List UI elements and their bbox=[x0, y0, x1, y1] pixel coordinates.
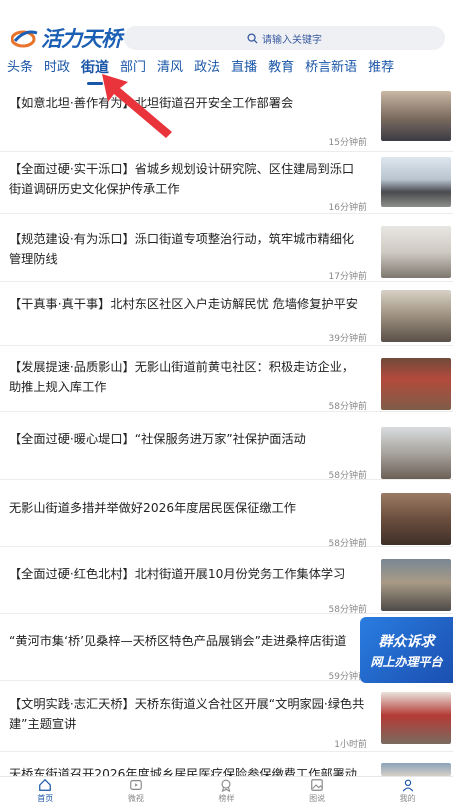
news-title: 【全面过硬·暖心堤口】“社保服务进万家”社保护面活动 bbox=[9, 432, 306, 446]
category-tabs: 头条 时政 街道 部门 清风 政法 直播 教育 桥言新语 推荐 bbox=[0, 57, 453, 87]
image-icon bbox=[311, 779, 323, 791]
news-title: 【干真事·真干事】北村东区社区入户走访解民忧 危墙修复护平安 bbox=[9, 297, 358, 311]
news-item[interactable]: 【全面过硬·暖心堤口】“社保服务进万家”社保护面活动 58分钟前 bbox=[0, 412, 453, 481]
app-header: 活力天桥 请输入关键字 bbox=[0, 0, 453, 56]
tab-streets[interactable]: 街道 bbox=[81, 57, 109, 85]
tab-live[interactable]: 直播 bbox=[231, 57, 257, 79]
news-thumbnail bbox=[381, 290, 451, 342]
news-thumbnail bbox=[381, 763, 451, 776]
nav-label: 图说 bbox=[309, 794, 326, 803]
tab-integrity[interactable]: 清风 bbox=[157, 57, 183, 79]
tab-politics[interactable]: 时政 bbox=[44, 57, 70, 79]
news-thumbnail bbox=[381, 91, 451, 141]
nav-models[interactable]: 榜样 bbox=[181, 777, 272, 804]
news-item[interactable]: 【如意北坦·善作有为】北坦街道召开安全工作部署会 15分钟前 bbox=[0, 88, 453, 152]
nav-label: 榜样 bbox=[218, 794, 235, 803]
user-icon bbox=[402, 779, 413, 792]
tab-new-words[interactable]: 桥言新语 bbox=[305, 57, 357, 79]
news-item[interactable]: 【发展提速·品质影山】无影山街道前黄屯社区：积极走访企业，助推上规入库工作 58… bbox=[0, 346, 453, 412]
news-thumbnail bbox=[381, 157, 451, 207]
news-item[interactable]: 天桥东街道召开2026年度城乡居民医疗保险参保缴费工作部署动 bbox=[0, 752, 453, 781]
tab-headlines[interactable]: 头条 bbox=[7, 57, 33, 79]
news-time: 1小时前 bbox=[334, 740, 367, 750]
news-thumbnail bbox=[381, 692, 451, 744]
banner-line2: 网上办理平台 bbox=[370, 655, 443, 669]
news-item[interactable]: 【文明实践·志汇天桥】天桥东街道义合社区开展“文明家园·绿色共建”主题宣讲 1小… bbox=[0, 681, 453, 752]
news-thumbnail bbox=[381, 493, 451, 545]
news-title: 【全面过硬·实干泺口】省城乡规划设计研究院、区住建局到泺口街道调研历史文化保护传… bbox=[9, 162, 355, 196]
tab-law[interactable]: 政法 bbox=[194, 57, 220, 79]
news-title: 【发展提速·品质影山】无影山街道前黄屯社区：积极走访企业，助推上规入库工作 bbox=[9, 360, 355, 394]
search-icon bbox=[247, 32, 258, 44]
nav-video[interactable]: 微视 bbox=[91, 777, 182, 804]
nav-label: 首页 bbox=[37, 794, 54, 803]
nav-label: 微视 bbox=[127, 794, 144, 803]
news-time: 15分钟前 bbox=[328, 138, 367, 148]
news-thumbnail bbox=[381, 427, 451, 479]
news-time: 58分钟前 bbox=[328, 402, 367, 412]
app-logo: 活力天桥 bbox=[11, 24, 122, 52]
complaint-platform-banner[interactable]: 群众诉求 网上办理平台 bbox=[360, 617, 453, 683]
tab-departments[interactable]: 部门 bbox=[120, 57, 146, 79]
tab-recommended[interactable]: 推荐 bbox=[368, 57, 394, 79]
banner-line1: 群众诉求 bbox=[378, 634, 435, 650]
news-title: 无影山街道多措并举做好2026年度居民医保征缴工作 bbox=[9, 501, 296, 515]
news-title: 【全面过硬·红色北村】北村街道开展10月份党务工作集体学习 bbox=[9, 567, 346, 581]
news-item[interactable]: 【规范建设·有为泺口】泺口街道专项整治行动，筑牢城市精细化管理防线 17分钟前 bbox=[0, 214, 453, 282]
news-title: 【文明实践·志汇天桥】天桥东街道义合社区开展“文明家园·绿色共建”主题宣讲 bbox=[9, 697, 365, 731]
news-time: 16分钟前 bbox=[328, 203, 367, 213]
search-placeholder: 请输入关键字 bbox=[262, 34, 322, 46]
news-item[interactable]: 【干真事·真干事】北村东区社区入户走访解民忧 危墙修复护平安 39分钟前 bbox=[0, 282, 453, 346]
nav-pictures[interactable]: 图说 bbox=[272, 777, 363, 804]
news-thumbnail bbox=[381, 226, 451, 278]
news-item[interactable]: 【全面过硬·实干泺口】省城乡规划设计研究院、区住建局到泺口街道调研历史文化保护传… bbox=[0, 152, 453, 214]
tab-education[interactable]: 教育 bbox=[268, 57, 294, 79]
video-icon bbox=[130, 780, 142, 790]
news-thumbnail bbox=[381, 358, 451, 410]
nav-label: 我的 bbox=[399, 794, 416, 803]
home-icon bbox=[39, 778, 52, 791]
logo-text: 活力天桥 bbox=[41, 27, 122, 51]
search-input[interactable]: 请输入关键字 bbox=[124, 26, 445, 50]
news-title: 【如意北坦·善作有为】北坦街道召开安全工作部署会 bbox=[9, 96, 294, 110]
nav-profile[interactable]: 我的 bbox=[362, 777, 453, 804]
news-time: 17分钟前 bbox=[328, 272, 367, 282]
bottom-nav: 首页 微视 榜样 图说 我的 bbox=[0, 776, 453, 804]
news-time: 39分钟前 bbox=[328, 334, 367, 344]
medal-icon bbox=[221, 779, 231, 792]
news-title: 【规范建设·有为泺口】泺口街道专项整治行动，筑牢城市精细化管理防线 bbox=[9, 232, 355, 266]
news-title: “黄河市集‘桥’见桑梓—天桥区特色产品展销会”走进桑梓店街道 bbox=[9, 634, 347, 648]
news-item[interactable]: 【全面过硬·红色北村】北村街道开展10月份党务工作集体学习 58分钟前 bbox=[0, 547, 453, 615]
news-item[interactable]: 无影山街道多措并举做好2026年度居民医保征缴工作 58分钟前 bbox=[0, 480, 453, 549]
logo-icon bbox=[11, 30, 38, 48]
nav-home[interactable]: 首页 bbox=[0, 777, 91, 804]
news-thumbnail bbox=[381, 559, 451, 611]
